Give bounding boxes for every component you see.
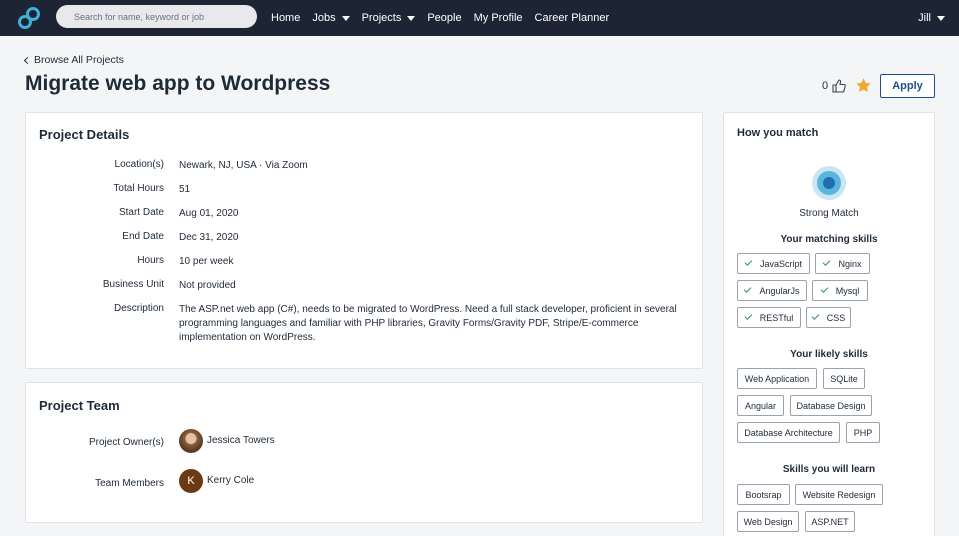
chevron-down-icon	[341, 15, 350, 21]
nav-my-profile[interactable]: My Profile	[474, 12, 523, 24]
nav-home-label: Home	[271, 12, 301, 24]
check-icon	[744, 312, 753, 320]
nav-projects-label: Projects	[361, 12, 402, 24]
chevron-down-icon	[407, 15, 416, 21]
member-name[interactable]: Kerry Cole	[207, 475, 254, 486]
check-icon	[744, 258, 753, 266]
check-icon	[820, 285, 829, 293]
detail-value: 10 per week	[179, 256, 234, 267]
likely-skills-heading: Your likely skills	[790, 349, 868, 360]
detail-value: 51	[179, 184, 191, 195]
member-avatar[interactable]: K	[179, 469, 203, 493]
nav-home[interactable]: Home	[271, 12, 300, 24]
nav-my-profile-label: My Profile	[473, 12, 523, 24]
nav-people-label: People	[427, 12, 462, 24]
chevron-left-icon	[23, 56, 32, 64]
likely-skill-tag[interactable]: Angular	[737, 395, 784, 416]
top-navbar: Home Jobs Projects People My Profile Car…	[0, 0, 959, 36]
nav-career-planner[interactable]: Career Planner	[535, 12, 610, 24]
user-name: Jill	[918, 12, 931, 24]
page-title: Migrate web app to Wordpress	[25, 72, 331, 95]
match-indicator-icon	[812, 166, 846, 200]
matching-skills-heading: Your matching skills	[780, 234, 878, 245]
check-icon	[811, 312, 820, 320]
likely-skill-tag[interactable]: PHP	[846, 422, 880, 443]
likely-skill-tag[interactable]: Database Architecture	[737, 422, 840, 443]
match-level: Strong Match	[799, 208, 859, 219]
skill-label: Nginx	[838, 258, 862, 269]
owner-avatar[interactable]	[179, 429, 203, 453]
nav-jobs[interactable]: Jobs	[312, 12, 350, 24]
user-menu[interactable]: Jill	[918, 0, 945, 36]
likely-skill-tag[interactable]: SQLite	[823, 368, 865, 389]
learn-skill-tag[interactable]: ASP.NET	[805, 511, 855, 532]
check-icon	[823, 258, 831, 266]
check-icon	[744, 285, 752, 293]
learn-skill-tag[interactable]: Website Redesign	[795, 484, 883, 505]
matching-skill-tag[interactable]: JavaScript	[737, 253, 810, 274]
detail-label: Business Unit	[102, 279, 164, 290]
skill-label: CSS	[826, 312, 846, 323]
nav-people[interactable]: People	[427, 12, 461, 24]
project-details-card: Project Details Location(s) Newark, NJ, …	[25, 112, 703, 369]
detail-value: Aug 01, 2020	[179, 208, 239, 219]
detail-value: The ASP.net web app (C#), needs to be mi…	[179, 304, 677, 343]
matching-skill-tag[interactable]: CSS	[806, 307, 851, 328]
detail-value: Newark, NJ, USA · Via Zoom	[179, 160, 308, 171]
detail-label: End Date	[122, 231, 164, 242]
learn-skill-tag[interactable]: Web Design	[737, 511, 799, 532]
detail-label: Location(s)	[114, 159, 164, 170]
members-label: Team Members	[95, 478, 164, 489]
breadcrumb[interactable]: Browse All Projects	[23, 54, 124, 66]
likely-skill-tag[interactable]: Database Design	[790, 395, 872, 416]
skill-label: RESTful	[759, 312, 794, 323]
project-details-title: Project Details	[39, 127, 130, 142]
detail-label: Start Date	[118, 207, 164, 218]
owner-label: Project Owner(s)	[88, 437, 164, 448]
nav-career-planner-label: Career Planner	[534, 12, 610, 24]
skill-label: JavaScript	[759, 258, 803, 269]
detail-label: Hours	[137, 255, 164, 266]
skill-label: Mysql	[835, 285, 860, 296]
skill-label: AngularJs	[759, 285, 800, 296]
thumbs-up-icon[interactable]	[831, 78, 847, 94]
project-team-card: Project Team Project Owner(s) Jessica To…	[25, 382, 703, 523]
app-logo-icon[interactable]	[16, 5, 42, 31]
how-you-match-card: How you match Strong Match Your matching…	[723, 112, 935, 536]
learn-skill-tag[interactable]: Bootsrap	[737, 484, 790, 505]
nav-projects[interactable]: Projects	[362, 12, 416, 24]
like-count: 0	[822, 80, 829, 92]
detail-value: Dec 31, 2020	[179, 232, 239, 243]
likely-skill-tag[interactable]: Web Application	[737, 368, 817, 389]
nav-menu: Home Jobs Projects People My Profile Car…	[271, 0, 621, 36]
search-input[interactable]	[56, 5, 257, 28]
detail-value: Not provided	[179, 280, 236, 291]
matching-skill-tag[interactable]: Nginx	[815, 253, 870, 274]
project-team-title: Project Team	[39, 398, 120, 413]
star-icon[interactable]	[855, 77, 872, 94]
matching-skill-tag[interactable]: RESTful	[737, 307, 801, 328]
matching-skill-tag[interactable]: Mysql	[812, 280, 868, 301]
detail-label: Total Hours	[113, 183, 164, 194]
chevron-down-icon	[937, 15, 945, 21]
breadcrumb-label: Browse All Projects	[34, 54, 124, 66]
owner-name[interactable]: Jessica Towers	[207, 435, 275, 446]
matching-skill-tag[interactable]: AngularJs	[737, 280, 807, 301]
match-title: How you match	[737, 127, 819, 139]
apply-button[interactable]: Apply	[880, 74, 935, 98]
nav-jobs-label: Jobs	[312, 12, 336, 24]
detail-label: Description	[113, 303, 164, 314]
learn-skills-heading: Skills you will learn	[782, 464, 876, 475]
